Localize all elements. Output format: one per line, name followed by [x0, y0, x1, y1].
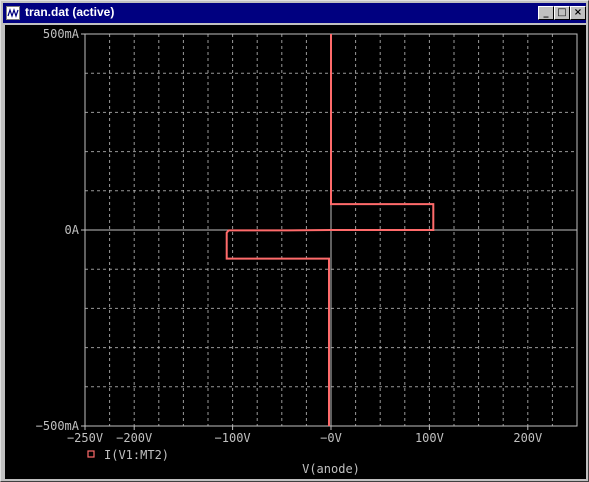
- x-tick-label: 100V: [415, 431, 444, 445]
- plot-area[interactable]: −250V −200V −100V −0V 100V 200V 500mA 0A −500mA I…: [5, 25, 586, 479]
- y-tick-label: 500mA: [43, 27, 80, 41]
- x-tick-label: 200V: [513, 431, 542, 445]
- plot-window: tran.dat (active) _ □ × −250V −200V −100V −…: [0, 0, 589, 482]
- probe-app-icon[interactable]: [6, 6, 20, 20]
- x-tick-label: −0V: [320, 431, 342, 445]
- x-tick-label: −200V: [116, 431, 152, 445]
- legend-label: I(V1:MT2): [104, 448, 169, 462]
- x-tick-label: −100V: [215, 431, 251, 445]
- iv-chart: −250V −200V −100V −0V 100V 200V 500mA 0A −500mA I…: [36, 27, 578, 476]
- y-tick-label: 0A: [65, 223, 80, 237]
- y-tick-label: −500mA: [36, 419, 80, 433]
- window-title: tran.dat (active): [25, 5, 115, 19]
- x-tick-label: −250V: [67, 431, 103, 445]
- legend-marker-square-icon: [87, 450, 95, 458]
- x-axis-label: V(anode): [302, 462, 360, 476]
- maximize-button[interactable]: □: [554, 6, 570, 20]
- minimize-button[interactable]: _: [538, 6, 554, 20]
- series-trace: [225, 34, 435, 426]
- close-button[interactable]: ×: [570, 6, 586, 20]
- title-bar[interactable]: tran.dat (active) _ □ ×: [3, 3, 586, 23]
